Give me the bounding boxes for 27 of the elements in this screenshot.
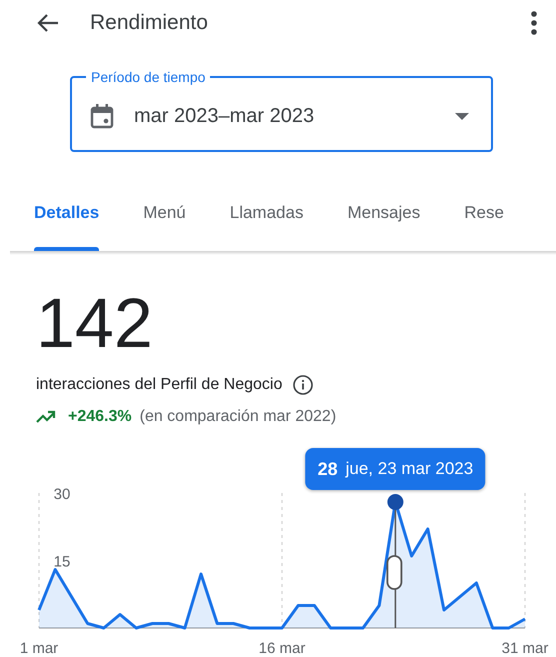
tooltip-value: 28	[318, 458, 338, 480]
trending-up-icon	[36, 410, 56, 424]
dropdown-caret-icon	[455, 112, 469, 120]
axis-label: 16 mar	[258, 640, 306, 656]
axis-label: 1 mar	[20, 640, 58, 656]
tooltip-date: jue, 23 mar 2023	[346, 459, 474, 479]
axis-label: 30	[54, 486, 70, 503]
tab[interactable]: Detalles	[12, 175, 122, 251]
scrubber-handle[interactable]	[386, 555, 402, 590]
tab[interactable]: Menú	[121, 175, 208, 251]
axis-label: 15	[54, 554, 70, 570]
change-percentage: +246.3%	[68, 408, 132, 426]
info-icon[interactable]	[292, 374, 314, 396]
total-count: 142	[36, 283, 153, 357]
period-value: mar 2023–mar 2023	[134, 104, 316, 128]
more-options-icon[interactable]	[530, 10, 538, 36]
comparison-note: (en comparación mar 2022)	[140, 408, 336, 426]
page-title: Rendimiento	[90, 11, 209, 35]
calendar-icon	[90, 103, 114, 129]
axis-label: 31 mar	[502, 640, 548, 656]
field-label: Período de tiempo	[90, 68, 206, 86]
tab[interactable]: Mensajes	[325, 175, 442, 251]
tab[interactable]: Llamadas	[208, 175, 326, 251]
tab[interactable]: Rese	[442, 175, 526, 251]
metric-description: interacciones del Perfil de Negocio	[36, 376, 282, 394]
data-point	[387, 494, 404, 510]
back-icon[interactable]	[36, 13, 60, 33]
